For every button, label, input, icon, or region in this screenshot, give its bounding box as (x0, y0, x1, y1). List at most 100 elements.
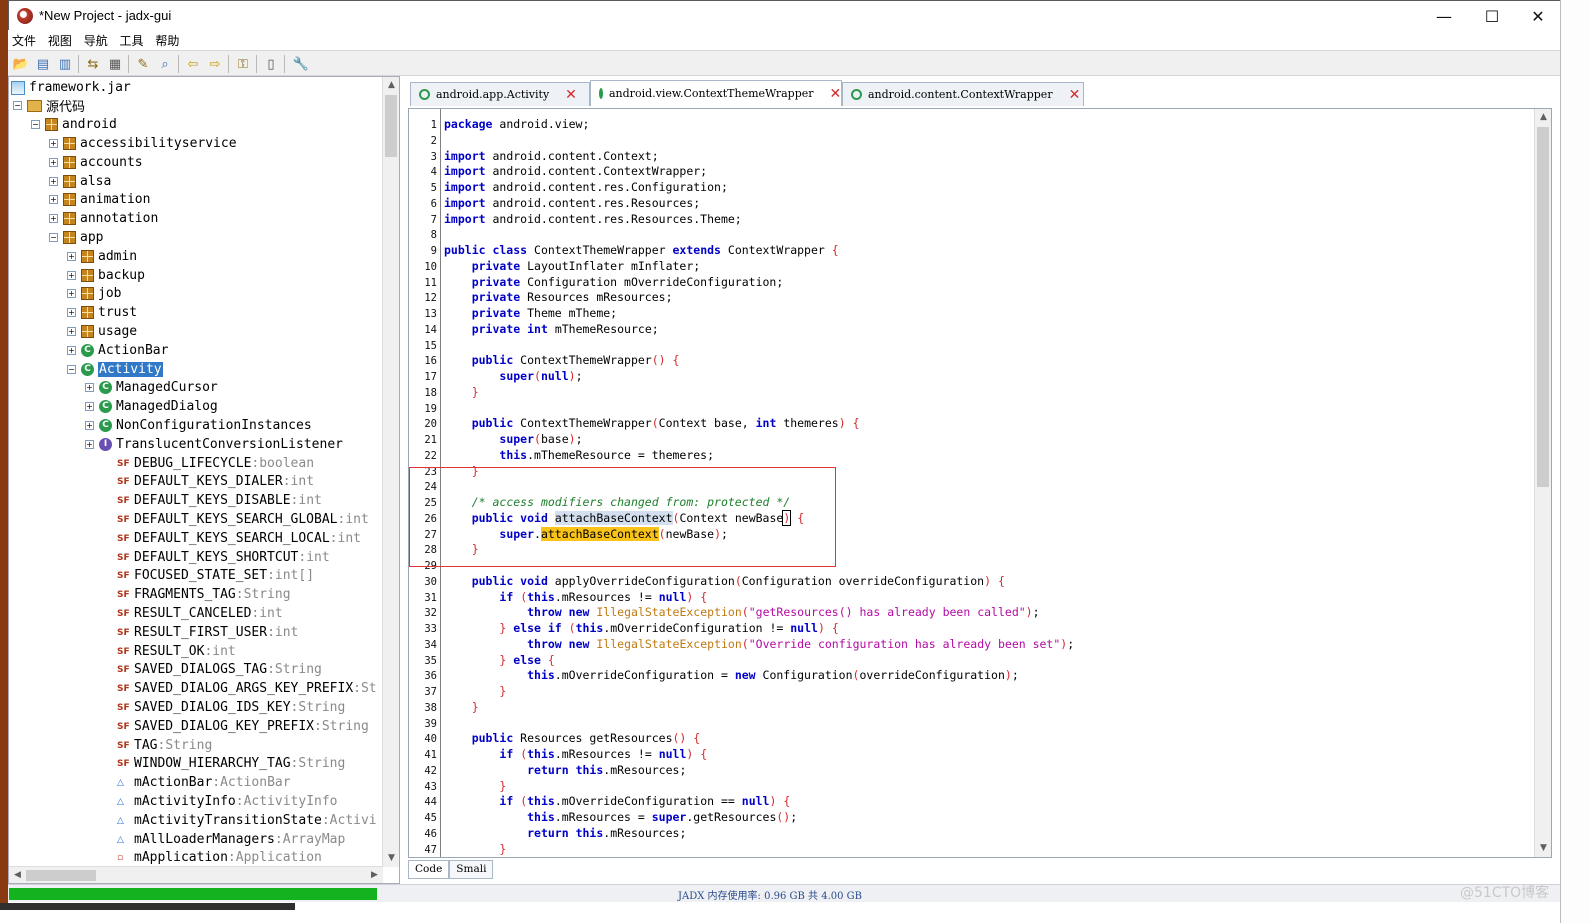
tree-inner-class[interactable]: + C ManagedCursor (85, 378, 218, 397)
code-line[interactable]: return this.mResources; (444, 825, 686, 841)
expand-icon[interactable]: + (67, 289, 76, 298)
expand-icon[interactable]: + (67, 271, 76, 280)
expand-icon[interactable]: + (67, 327, 76, 336)
preferences-icon[interactable]: 🔧 (292, 55, 310, 73)
code-line[interactable]: } (444, 699, 479, 715)
close-window-button[interactable]: ✕ (1515, 1, 1561, 31)
code-line[interactable]: import android.content.res.Resources; (444, 195, 700, 211)
code-line[interactable]: import android.content.res.Resources.The… (444, 211, 742, 227)
expand-icon[interactable]: + (49, 177, 58, 186)
code-line[interactable]: private LayoutInflater mInflater; (444, 258, 700, 274)
tree-field[interactable]: SF RESULT_OK : int (103, 642, 236, 661)
menu-navigation[interactable]: 导航 (80, 30, 112, 49)
tree-class-activity[interactable]: − C Activity (67, 360, 163, 379)
scroll-down-arrow[interactable]: ▼ (1535, 840, 1552, 857)
code-line[interactable]: } (444, 384, 479, 400)
collapse-icon[interactable]: − (13, 101, 22, 110)
expand-icon[interactable]: + (85, 402, 94, 411)
expand-icon[interactable]: + (67, 346, 76, 355)
menu-help[interactable]: 帮助 (151, 30, 183, 49)
maximize-button[interactable]: ☐ (1469, 1, 1515, 31)
code-line[interactable]: import android.content.ContextWrapper; (444, 163, 707, 179)
code-line[interactable]: public void applyOverrideConfiguration(C… (444, 573, 1005, 589)
tree-inner-class[interactable]: + C NonConfigurationInstances (85, 416, 312, 435)
tree-package-accessibilityservice[interactable]: + accessibilityservice (49, 134, 237, 153)
tree-field[interactable]: SF SAVED_DIALOG_KEY_PREFIX : String (103, 717, 369, 736)
tree-field[interactable]: △ mActivityTransitionState : Activi (103, 811, 377, 830)
code-line[interactable]: package android.view; (444, 116, 589, 132)
tree-field[interactable]: SF DEFAULT_KEYS_SHORTCUT : int (103, 548, 330, 567)
code-line[interactable]: private int mThemeResource; (444, 321, 659, 337)
tree-field[interactable]: SF DEBUG_LIFECYCLE : boolean (103, 454, 314, 473)
code-line[interactable]: throw new IllegalStateException("Overrid… (444, 636, 1074, 652)
code-line[interactable]: public ContextThemeWrapper(Context base,… (444, 415, 860, 431)
code-line[interactable]: private Resources mResources; (444, 289, 673, 305)
tree-package-annotation[interactable]: + annotation (49, 209, 158, 228)
tree-package-accounts[interactable]: + accounts (49, 153, 143, 172)
tree-inner-class[interactable]: + I TranslucentConversionListener (85, 435, 343, 454)
code-line[interactable]: private Theme mTheme; (444, 305, 617, 321)
deobfuscation-icon[interactable]: ⚿ (234, 55, 252, 73)
save-all-icon[interactable]: ▥ (56, 55, 74, 73)
tree-field[interactable]: △ mAllLoaderManagers : ArrayMap (103, 830, 345, 849)
scroll-thumb[interactable] (1537, 127, 1549, 487)
menu-view[interactable]: 视图 (44, 30, 76, 49)
tree-field[interactable]: SF FRAGMENTS_TAG : String (103, 585, 291, 604)
tree-package-usage[interactable]: + usage (67, 322, 137, 341)
scroll-thumb[interactable] (385, 95, 397, 157)
expand-icon[interactable]: + (49, 139, 58, 148)
tree-field[interactable]: SF RESULT_FIRST_USER : int (103, 623, 298, 642)
code-line[interactable]: private Configuration mOverrideConfigura… (444, 274, 784, 290)
tree-inner-class[interactable]: + C ManagedDialog (85, 397, 218, 416)
close-tab-icon[interactable]: ✕ (565, 87, 577, 103)
code-line[interactable]: if (this.mOverrideConfiguration == null)… (444, 793, 790, 809)
close-tab-icon[interactable]: ✕ (830, 86, 842, 102)
search-icon[interactable]: ⌕ (156, 55, 174, 73)
minimize-button[interactable]: — (1421, 1, 1467, 31)
expand-icon[interactable]: + (49, 158, 58, 167)
code-line[interactable]: this.mOverrideConfiguration = new Config… (444, 667, 1019, 683)
tab-android-content-contextwrapper[interactable]: android.content.ContextWrapper ✕ (842, 82, 1084, 106)
tree-field[interactable]: SF DEFAULT_KEYS_DIALER : int (103, 472, 314, 491)
scroll-up-arrow[interactable]: ▲ (1535, 109, 1552, 126)
tree-field[interactable]: SF SAVED_DIALOG_IDS_KEY : String (103, 698, 345, 717)
expand-icon[interactable]: + (49, 195, 58, 204)
menu-file[interactable]: 文件 (8, 30, 40, 49)
sync-icon[interactable]: ⇆ (84, 55, 102, 73)
expand-icon[interactable]: + (85, 383, 94, 392)
code-line[interactable]: super(base); (444, 431, 582, 447)
save-icon[interactable]: ▤ (34, 55, 52, 73)
code-line[interactable]: public Resources getResources() { (444, 730, 701, 746)
decompile-icon[interactable]: ✎ (134, 55, 152, 73)
tree-package-animation[interactable]: + animation (49, 190, 150, 209)
log-icon[interactable]: ▯ (262, 55, 280, 73)
open-icon[interactable]: 📂 (12, 55, 30, 73)
code-line[interactable]: } (444, 778, 506, 794)
tree-source-node[interactable]: − 源代码 (13, 96, 85, 115)
code-line[interactable]: } else { (444, 652, 554, 668)
scroll-left-arrow[interactable]: ◀ (9, 867, 26, 884)
tree-package-alsa[interactable]: + alsa (49, 172, 111, 191)
scroll-down-arrow[interactable]: ▼ (383, 850, 400, 867)
tab-android-view-contextthemewrapper[interactable]: android.view.ContextThemeWrapper ✕ (590, 80, 842, 106)
scroll-right-arrow[interactable]: ▶ (366, 867, 383, 884)
tree-package-app[interactable]: − app (49, 228, 103, 247)
tree-field[interactable]: SF FOCUSED_STATE_SET : int[] (103, 566, 314, 585)
collapse-icon[interactable]: − (31, 120, 40, 129)
close-tab-icon[interactable]: ✕ (1069, 87, 1081, 103)
tab-code[interactable]: Code (408, 860, 450, 879)
code-line[interactable]: import android.content.Context; (444, 148, 659, 164)
scroll-thumb[interactable] (26, 870, 96, 881)
tree-horizontal-scrollbar[interactable]: ◀ ▶ (9, 866, 383, 883)
tree-package-android[interactable]: − android (31, 115, 117, 134)
tree-field[interactable]: ▫ mApplication : Application (103, 848, 322, 867)
code-line[interactable]: public ContextThemeWrapper() { (444, 352, 680, 368)
tree-package-trust[interactable]: + trust (67, 303, 137, 322)
code-line[interactable]: } (444, 841, 506, 857)
editor-vertical-scrollbar[interactable]: ▲ ▼ (1534, 109, 1551, 857)
tree-package-admin[interactable]: + admin (67, 247, 137, 266)
tree-field[interactable]: SF SAVED_DIALOG_ARGS_KEY_PREFIX : St (103, 679, 377, 698)
tree-vertical-scrollbar[interactable]: ▲ ▼ (382, 77, 399, 867)
code-line[interactable]: import android.content.res.Configuration… (444, 179, 728, 195)
code-line[interactable]: super(null); (444, 368, 582, 384)
